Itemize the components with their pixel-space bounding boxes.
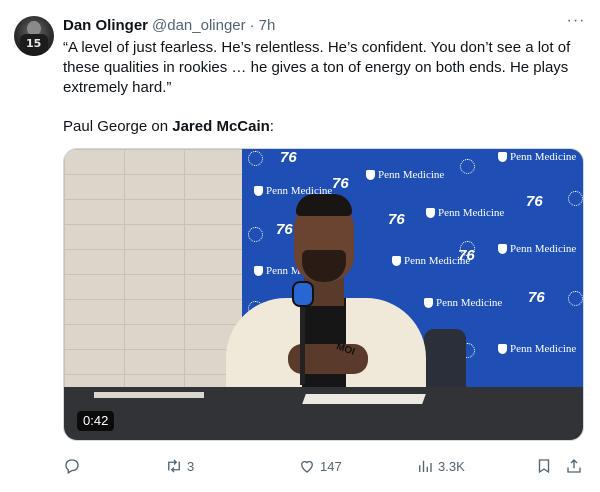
stars-ring-icon (460, 159, 475, 174)
speaker: MOI (214, 194, 428, 418)
heart-icon (301, 460, 313, 473)
tweet-quote: “A level of just fearless. He’s relentle… (63, 39, 571, 96)
penn-medicine-logo: Penn Medicine (426, 207, 504, 219)
tweet-attribution: Paul George on Jared McCain: (63, 117, 274, 137)
more-options-icon[interactable]: ··· (566, 13, 586, 34)
bookmark-icon (538, 459, 550, 474)
retweet-count: 3 (187, 458, 195, 474)
sixers-logo: 76 (528, 289, 545, 306)
retweet-icon (168, 459, 180, 473)
share-button[interactable] (565, 456, 583, 476)
penn-medicine-logo: Penn Medicine (498, 151, 576, 163)
tweet-text: “A level of just fearless. He’s relentle… (63, 38, 583, 98)
reply-icon (65, 459, 79, 474)
attribution-name: Jared McCain (172, 118, 270, 135)
penn-medicine-logo: Penn Medicine (366, 169, 444, 181)
views-button[interactable]: 3.3K (416, 456, 465, 476)
sixers-logo: 76 (526, 193, 543, 210)
tweet-header: Dan Olinger @dan_olinger · 7h (63, 15, 275, 35)
paper-sheet (94, 392, 204, 398)
like-count: 147 (320, 458, 342, 474)
reply-button[interactable] (63, 456, 81, 476)
like-button[interactable]: 147 (298, 456, 342, 476)
tweet-action-bar: 3 147 3.3K (63, 456, 585, 476)
author-avatar[interactable]: 15 (14, 16, 54, 56)
video-duration-badge: 0:42 (77, 411, 115, 431)
penn-medicine-logo: Penn Medicine (498, 243, 576, 255)
stars-ring-icon (568, 191, 583, 206)
author-name[interactable]: Dan Olinger (63, 17, 148, 34)
views-icon (419, 460, 432, 472)
attribution-suffix: : (269, 118, 274, 135)
stars-ring-icon (248, 151, 263, 166)
tweet-card[interactable]: 15 Dan Olinger @dan_olinger · 7h ··· “A … (0, 0, 600, 492)
stars-ring-icon (568, 291, 583, 306)
views-count: 3.3K (438, 458, 465, 474)
tweet-timestamp[interactable]: 7h (259, 17, 276, 34)
retweet-button[interactable]: 3 (165, 456, 194, 476)
attribution-prefix: Paul George on (63, 118, 173, 135)
avatar-jersey-number: 15 (26, 37, 42, 50)
video-player[interactable]: 76 Penn Medicine Penn Medicine 76 Penn M… (63, 148, 584, 441)
microphone (292, 281, 314, 307)
penn-medicine-logo: Penn Medicine (424, 297, 502, 309)
speaker-hair (296, 194, 352, 216)
paper-sheet (302, 394, 426, 404)
share-icon (567, 459, 581, 473)
sixers-logo: 76 (332, 175, 349, 192)
microphone-stand (300, 305, 305, 385)
header-separator: · (249, 16, 255, 34)
penn-medicine-logo: Penn Medicine (498, 343, 576, 355)
sixers-logo: 76 (280, 149, 297, 166)
author-handle[interactable]: @dan_olinger (152, 17, 246, 34)
sixers-logo: 76 (458, 247, 475, 264)
chair (424, 329, 466, 391)
bookmark-button[interactable] (535, 456, 553, 476)
